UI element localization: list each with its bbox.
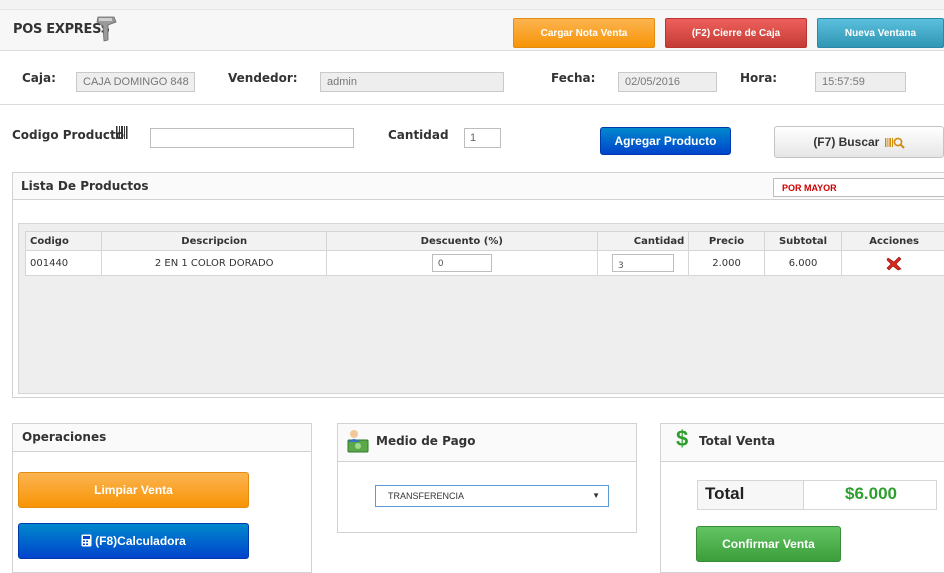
operations-title: Operaciones [22,430,106,444]
cell-acciones [842,251,944,276]
total-row: Total $6.000 [697,480,937,510]
table-header-row: Codigo Descripcion Descuento (%) Cantida… [26,232,944,251]
top-strip [0,0,944,10]
quantity-input[interactable]: 1 [464,128,501,148]
vendedor-field: admin [320,72,504,92]
total-label: Total [705,484,744,504]
column-header-descripcion: Descripcion [102,232,326,251]
payment-method-icon [345,428,371,456]
column-header-precio: Precio [689,232,764,251]
search-button[interactable]: (F7) Buscar [774,126,944,158]
cell-descuento: 0 [326,251,597,276]
product-code-label: Codigo Producto [12,128,124,142]
hora-field: 15:57:59 [815,72,906,92]
discount-input[interactable]: 0 [432,254,492,272]
calculator-button-label: (F8)Calculadora [95,534,186,548]
row-quantity-input[interactable]: 3 [612,254,674,272]
add-product-button[interactable]: Agregar Producto [600,127,731,155]
clear-sale-button[interactable]: Limpiar Venta [18,472,249,508]
total-value: $6.000 [804,484,938,504]
product-table-area: Codigo Descripcion Descuento (%) Cantida… [18,223,944,394]
payment-method-value: TRANSFERENCIA [388,491,464,501]
product-table: Codigo Descripcion Descuento (%) Cantida… [25,231,944,276]
vendedor-label: Vendedor: [228,71,298,85]
divider [0,104,944,105]
product-list-title: Lista De Productos [21,179,149,193]
column-header-descuento: Descuento (%) [326,232,597,251]
cell-precio: 2.000 [689,251,764,276]
close-register-button[interactable]: (F2) Cierre de Caja [665,18,807,48]
fecha-field: 02/05/2016 [618,72,717,92]
load-sale-note-button[interactable]: Cargar Nota Venta [513,18,655,48]
price-type-select[interactable]: POR MAYOR [773,178,944,197]
search-button-label: (F7) Buscar [813,135,879,149]
payment-title: Medio de Pago [376,434,476,448]
calculator-icon [81,534,92,547]
product-code-input[interactable] [150,128,354,148]
new-window-button[interactable]: Nueva Ventana [817,18,944,48]
table-row: 001440 2 EN 1 COLOR DORADO 0 3 2.000 6.0… [26,251,944,276]
column-header-cantidad: Cantidad [597,232,689,251]
chevron-down-icon: ▼ [592,486,600,506]
total-title: Total Venta [699,434,775,448]
column-header-acciones: Acciones [842,232,944,251]
barcode-icon [116,126,128,139]
hora-label: Hora: [740,71,777,85]
cell-codigo: 001440 [26,251,102,276]
column-header-codigo: Codigo [26,232,102,251]
calculator-button[interactable]: (F8)Calculadora [18,523,249,559]
payment-method-select[interactable]: TRANSFERENCIA ▼ [375,485,609,507]
cell-descripcion: 2 EN 1 COLOR DORADO [102,251,326,276]
delete-icon[interactable] [886,256,902,271]
dollar-icon: $ [676,426,688,452]
barcode-search-icon [885,136,905,149]
cell-cantidad: 3 [597,251,689,276]
caja-field: CAJA DOMINGO 848 [76,72,195,92]
fecha-label: Fecha: [551,71,595,85]
caja-label: Caja: [22,71,56,85]
cell-subtotal: 6.000 [764,251,842,276]
column-header-subtotal: Subtotal [764,232,842,251]
confirm-sale-button[interactable]: Confirmar Venta [696,526,841,562]
barcode-scanner-icon [95,14,119,44]
quantity-label: Cantidad [388,128,449,142]
